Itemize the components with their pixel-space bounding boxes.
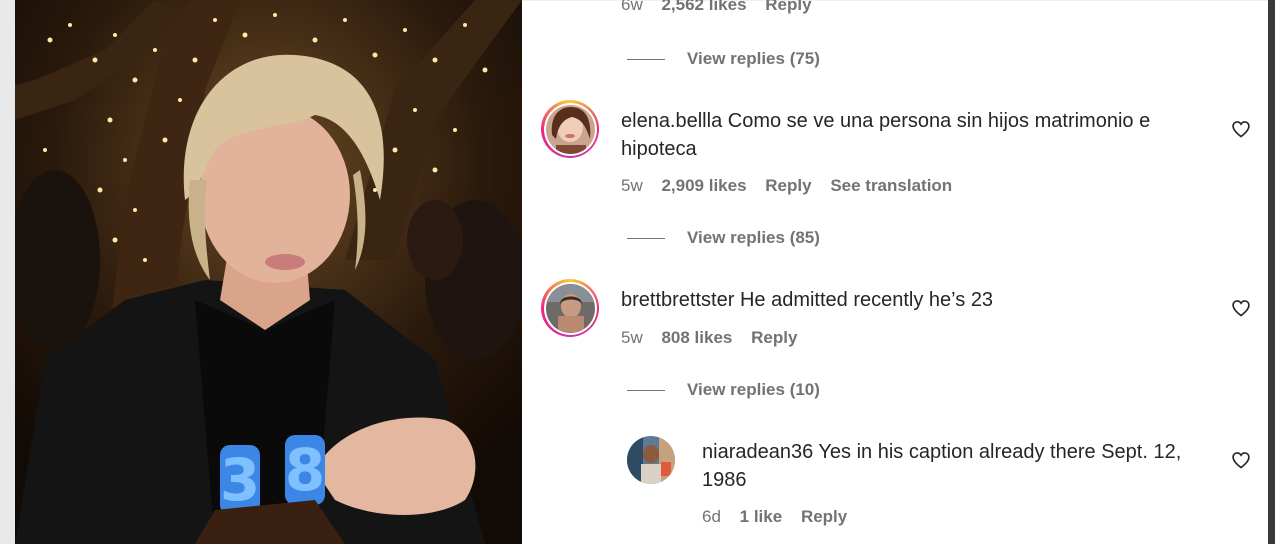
- reply-button[interactable]: Reply: [765, 0, 811, 14]
- right-gutter: [1268, 0, 1275, 544]
- reply-button[interactable]: Reply: [801, 507, 847, 526]
- view-replies-label: View replies (85): [687, 228, 820, 247]
- comment-time: 5w: [621, 328, 643, 347]
- comment-body: brettbrettster He admitted recently he’s…: [621, 286, 1201, 314]
- comment-username[interactable]: elena.bellla: [621, 110, 722, 132]
- comment-time: 5w: [621, 176, 643, 195]
- reply-meta: 6d 1 like Reply: [702, 507, 861, 527]
- reply-time: 6d: [702, 507, 721, 526]
- comment-likes[interactable]: 808 likes: [661, 328, 732, 347]
- left-gutter: [0, 0, 15, 544]
- avatar[interactable]: [627, 436, 675, 484]
- view-replies-label: View replies (75): [687, 49, 820, 68]
- comment-text-continued: hipoteca: [621, 138, 697, 160]
- comment-likes[interactable]: 2,562 likes: [661, 0, 746, 14]
- view-replies-button[interactable]: View replies (75): [627, 49, 820, 69]
- comments-panel: 6w 2,562 likes Reply View replies (75) e…: [522, 0, 1268, 545]
- avatar[interactable]: [541, 279, 599, 337]
- see-translation-button[interactable]: See translation: [830, 176, 952, 195]
- divider-line: [627, 237, 665, 239]
- like-heart-icon[interactable]: [1231, 450, 1251, 470]
- reply-button[interactable]: Reply: [751, 328, 797, 347]
- view-replies-label: View replies (10): [687, 380, 820, 399]
- svg-text:3: 3: [220, 446, 260, 514]
- svg-text:8: 8: [285, 436, 325, 504]
- comment-text: He admitted recently he’s 23: [739, 289, 994, 311]
- comment-text: Como se ve una persona sin hijos matrimo…: [727, 110, 1151, 132]
- divider-line: [627, 389, 665, 391]
- view-replies-button[interactable]: View replies (85): [627, 228, 820, 248]
- divider-line: [627, 58, 665, 60]
- avatar[interactable]: [541, 100, 599, 158]
- reply-likes[interactable]: 1 like: [740, 507, 783, 526]
- comment-body: elena.bellla Como se ve una persona sin …: [621, 107, 1201, 163]
- post-photo: 3 8: [15, 0, 522, 544]
- reply-text: Yes in his caption already there Sept. 1…: [818, 441, 1182, 463]
- view-replies-button[interactable]: View replies (10): [627, 380, 820, 400]
- post-photo-image: 3 8: [15, 0, 522, 544]
- reply-text-continued: 1986: [702, 469, 747, 491]
- comment-likes[interactable]: 2,909 likes: [661, 176, 746, 195]
- avatar-image: [545, 104, 595, 154]
- comment-meta: 5w 2,909 likes Reply See translation: [621, 176, 966, 196]
- comment-meta: 5w 808 likes Reply: [621, 328, 811, 348]
- reply-button[interactable]: Reply: [765, 176, 811, 195]
- like-heart-icon[interactable]: [1231, 298, 1251, 318]
- avatar-image: [545, 283, 595, 333]
- comment-meta: 6w 2,562 likes Reply: [621, 0, 826, 15]
- reply-username[interactable]: niaradean36: [702, 441, 813, 463]
- reply-body: niaradean36 Yes in his caption already t…: [702, 438, 1212, 494]
- comment-username[interactable]: brettbrettster: [621, 289, 734, 311]
- comment-time: 6w: [621, 0, 643, 14]
- like-heart-icon[interactable]: [1231, 119, 1251, 139]
